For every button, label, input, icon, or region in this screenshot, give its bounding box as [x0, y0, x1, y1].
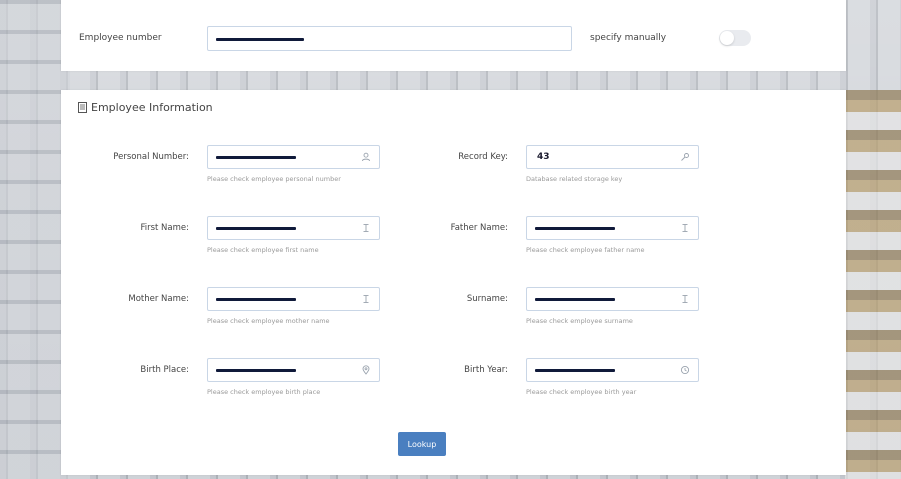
background-shelves	[845, 90, 901, 479]
first-name-label: First Name:	[140, 223, 189, 233]
record-key-label: Record Key:	[458, 152, 508, 162]
birth-year-input[interactable]	[526, 358, 699, 382]
record-key-help: Database related storage key	[526, 175, 623, 183]
employee-information-card	[61, 90, 846, 475]
birth-place-input[interactable]	[207, 358, 380, 382]
personal-number-help: Please check employee personal number	[207, 175, 341, 183]
father-name-help: Please check employee father name	[526, 246, 645, 254]
redaction-bar	[535, 369, 615, 372]
birth-year-label: Birth Year:	[464, 365, 508, 375]
mother-name-label: Mother Name:	[128, 294, 189, 304]
redaction-bar	[216, 298, 296, 301]
employee-number-label: Employee number	[79, 33, 162, 43]
mother-name-input[interactable]	[207, 287, 380, 311]
redaction-bar	[216, 227, 296, 230]
map-pin-icon	[361, 365, 371, 375]
first-name-input[interactable]	[207, 216, 380, 240]
text-cursor-icon	[680, 294, 690, 304]
birth-place-label: Birth Place:	[140, 365, 189, 375]
personal-number-input[interactable]	[207, 145, 380, 169]
text-cursor-icon	[361, 223, 371, 233]
father-name-input[interactable]	[526, 216, 699, 240]
personal-number-label: Personal Number:	[113, 152, 189, 162]
redaction-bar	[216, 156, 296, 159]
first-name-help: Please check employee first name	[207, 246, 319, 254]
user-icon	[361, 152, 371, 162]
redaction-bar	[216, 369, 296, 372]
redaction-bar	[535, 298, 615, 301]
redaction-bar	[535, 227, 615, 230]
toggle-knob	[720, 31, 734, 45]
redaction-bar	[216, 38, 304, 41]
text-cursor-icon	[680, 223, 690, 233]
employee-number-input[interactable]	[207, 26, 572, 51]
record-key-input[interactable]: 43	[526, 145, 699, 169]
section-header: Employee Information	[78, 101, 213, 114]
section-title: Employee Information	[91, 101, 213, 114]
lookup-button[interactable]: Lookup	[398, 432, 446, 456]
surname-input[interactable]	[526, 287, 699, 311]
text-cursor-icon	[361, 294, 371, 304]
birth-place-help: Please check employee birth place	[207, 388, 321, 396]
specify-manually-toggle[interactable]	[719, 30, 751, 46]
document-icon	[78, 102, 87, 113]
mother-name-help: Please check employee mother name	[207, 317, 330, 325]
key-icon	[680, 152, 690, 162]
surname-help: Please check employee surname	[526, 317, 633, 325]
clock-icon	[680, 365, 690, 375]
specify-manually-label: specify manually	[590, 33, 667, 43]
father-name-label: Father Name:	[450, 223, 508, 233]
surname-label: Surname:	[466, 294, 508, 304]
birth-year-help: Please check employee birth year	[526, 388, 637, 396]
